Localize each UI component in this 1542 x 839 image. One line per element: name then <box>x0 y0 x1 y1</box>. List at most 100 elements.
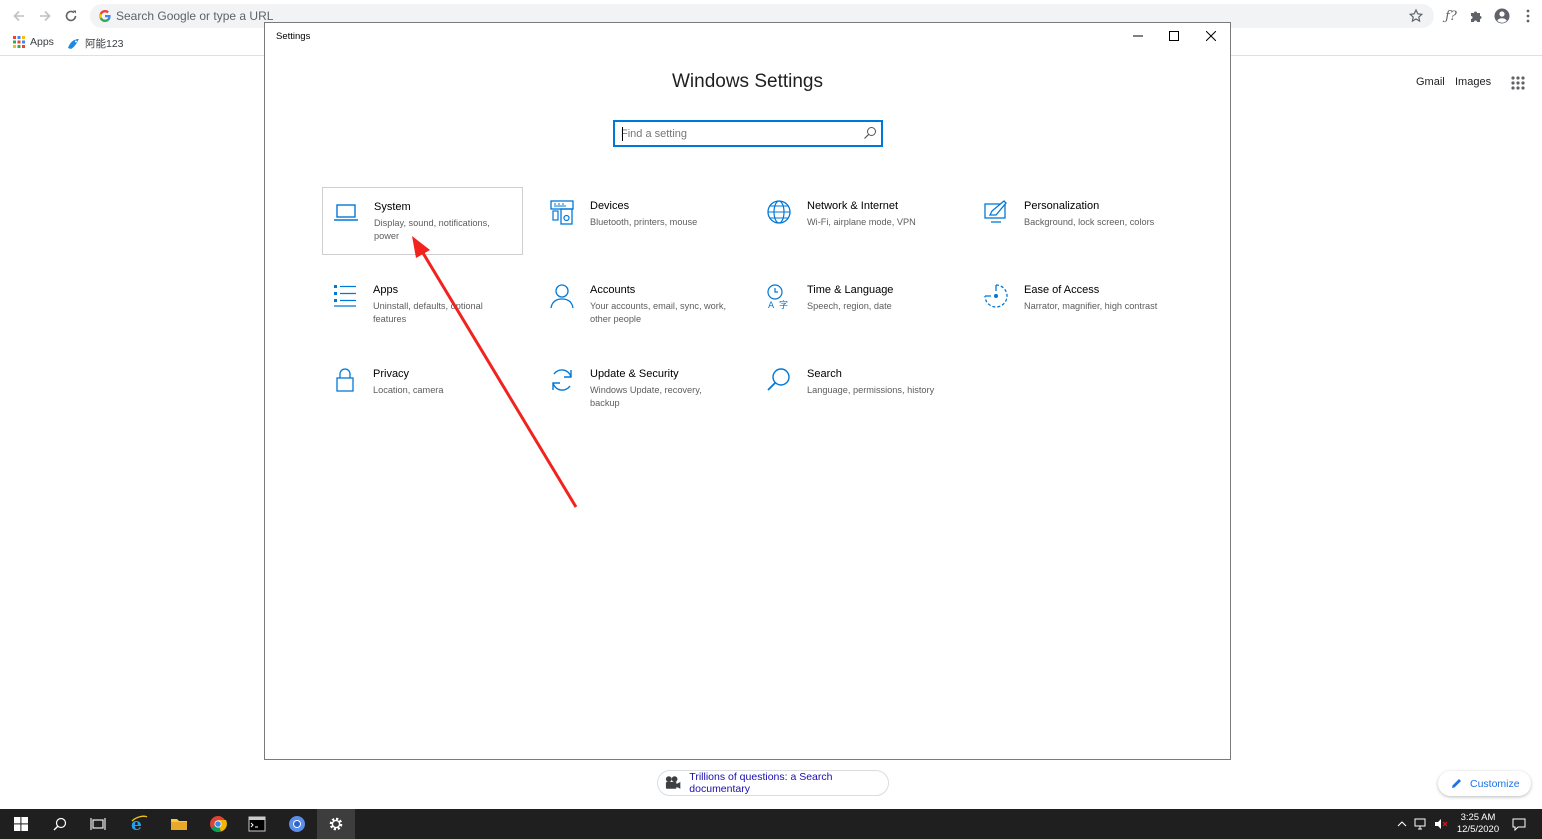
volume-muted-icon[interactable] <box>1434 817 1448 831</box>
forward-arrow-icon <box>40 10 51 22</box>
minimize-icon <box>1133 35 1143 37</box>
forward-button[interactable] <box>35 6 55 26</box>
tile-title: Devices <box>590 200 630 212</box>
taskbar-internet-explorer[interactable]: e <box>120 809 158 839</box>
tile-time-language[interactable]: A字 Time & Language Speech, region, date <box>756 271 957 339</box>
find-setting-input[interactable] <box>621 125 851 143</box>
windows-taskbar: e 3:25 AM 12/5/2020 <box>0 809 1542 839</box>
internet-explorer-icon: e <box>131 815 148 833</box>
google-apps-grid-icon[interactable] <box>1511 76 1525 90</box>
tile-title: Apps <box>373 284 399 296</box>
tile-description: Language, permissions, history <box>807 385 935 395</box>
customize-button[interactable]: Customize <box>1438 771 1531 796</box>
tile-description: Windows Update, recovery, backup <box>590 385 702 408</box>
find-setting-box[interactable] <box>613 120 883 147</box>
tile-system[interactable]: System Display, sound, notifications, po… <box>322 187 523 255</box>
tile-description: Display, sound, notifications, power <box>374 218 490 241</box>
tile-search[interactable]: Search Language, permissions, history <box>756 355 957 423</box>
ease-of-access-icon <box>984 284 1008 308</box>
action-center-icon[interactable] <box>1512 817 1526 831</box>
gmail-link[interactable]: Gmail <box>1416 76 1445 88</box>
function-extension-icon[interactable]: ƒ? <box>1442 7 1460 25</box>
network-icon[interactable] <box>1414 817 1428 831</box>
tile-description: Speech, region, date <box>807 301 892 311</box>
tile-devices[interactable]: Devices Bluetooth, printers, mouse <box>539 187 740 255</box>
tile-description: Wi-Fi, airplane mode, VPN <box>807 217 916 227</box>
task-view-icon <box>90 818 106 830</box>
tile-title: Update & Security <box>590 368 679 380</box>
taskbar-terminal[interactable] <box>238 809 276 839</box>
extensions-puzzle-icon[interactable] <box>1467 7 1485 25</box>
tile-description: Location, camera <box>373 385 444 395</box>
close-icon <box>1206 31 1216 41</box>
tile-accounts[interactable]: Accounts Your accounts, email, sync, wor… <box>539 271 740 339</box>
tile-update-security[interactable]: Update & Security Windows Update, recove… <box>539 355 740 423</box>
chrome-menu-kebab-icon[interactable] <box>1519 7 1537 25</box>
svg-text:A: A <box>768 301 775 309</box>
tile-description: Uninstall, defaults, optional features <box>373 301 483 324</box>
time-language-icon: A字 <box>767 284 788 309</box>
tile-title: Network & Internet <box>807 200 899 212</box>
bird-logo-icon <box>68 38 79 49</box>
tile-title: Search <box>807 368 842 380</box>
apps-list-icon <box>334 285 356 307</box>
tile-network-internet[interactable]: Network & Internet Wi-Fi, airplane mode,… <box>756 187 957 255</box>
profile-avatar-icon[interactable] <box>1493 7 1511 25</box>
blue-circle-app-icon <box>289 816 305 832</box>
page-title: Windows Settings <box>671 71 823 92</box>
tile-privacy[interactable]: Privacy Location, camera <box>322 355 523 423</box>
minimize-button[interactable] <box>1120 23 1156 49</box>
folder-icon <box>171 819 187 830</box>
reload-button[interactable] <box>61 6 81 26</box>
google-g-icon <box>99 10 111 22</box>
tile-title: System <box>374 201 411 213</box>
back-button[interactable] <box>9 6 29 26</box>
tile-title: Accounts <box>590 284 636 296</box>
system-clock[interactable]: 3:25 AM 12/5/2020 <box>1455 812 1501 836</box>
taskbar-chrome[interactable] <box>199 809 237 839</box>
bookmark-label: Apps <box>30 36 54 48</box>
devices-icon <box>550 200 574 225</box>
tile-title: Ease of Access <box>1024 284 1100 296</box>
taskbar-file-explorer[interactable] <box>160 809 198 839</box>
tile-ease-of-access[interactable]: Ease of Access Narrator, magnifier, high… <box>973 271 1174 339</box>
doodle-documentary-link[interactable]: Trillions of questions: a Search documen… <box>657 770 889 796</box>
terminal-icon <box>248 816 266 832</box>
tile-personalization[interactable]: Personalization Background, lock screen,… <box>973 187 1174 255</box>
lock-icon <box>336 368 354 392</box>
taskbar-chrome-app[interactable] <box>278 809 316 839</box>
search-icon <box>53 817 67 831</box>
bookmark-label: 阿能123 <box>85 38 124 50</box>
desktop: Search Google or type a URL ƒ? Apps 阿能12… <box>0 0 1542 839</box>
bookmark-star-icon[interactable] <box>1408 8 1424 24</box>
reload-icon <box>65 10 77 22</box>
maximize-button[interactable] <box>1156 23 1192 49</box>
tile-description: Bluetooth, printers, mouse <box>590 217 698 227</box>
close-button[interactable] <box>1193 23 1229 49</box>
bookmark-aneng123[interactable]: 阿能123 <box>67 36 124 51</box>
show-hidden-icons-chevron-icon[interactable] <box>1395 817 1409 831</box>
doodle-link-text: Trillions of questions: a Search documen… <box>689 771 833 795</box>
back-arrow-icon <box>13 10 24 22</box>
tile-title: Privacy <box>373 368 410 380</box>
film-camera-icon <box>665 776 681 789</box>
customize-label: Customize <box>1470 777 1520 790</box>
window-title: Settings <box>276 31 311 42</box>
tile-apps[interactable]: Apps Uninstall, defaults, optional featu… <box>322 271 523 339</box>
task-view-button[interactable] <box>79 809 117 839</box>
search-magnifier-icon[interactable] <box>863 126 877 140</box>
chrome-icon <box>210 816 227 833</box>
gear-icon <box>329 817 343 831</box>
start-button[interactable] <box>2 809 40 839</box>
clock-time: 3:25 AM <box>1460 812 1496 823</box>
tile-description: Narrator, magnifier, high contrast <box>1024 301 1158 311</box>
omnibox-placeholder: Search Google or type a URL <box>116 9 274 23</box>
taskbar-settings[interactable] <box>317 809 355 839</box>
maximize-icon <box>1169 31 1179 41</box>
windows-logo-icon <box>14 817 28 831</box>
laptop-icon <box>334 204 358 221</box>
bookmark-apps[interactable]: Apps <box>13 36 54 48</box>
images-link[interactable]: Images <box>1455 76 1491 88</box>
settings-window: Settings Windows Settings System Display… <box>264 22 1231 760</box>
taskbar-search-button[interactable] <box>41 809 79 839</box>
